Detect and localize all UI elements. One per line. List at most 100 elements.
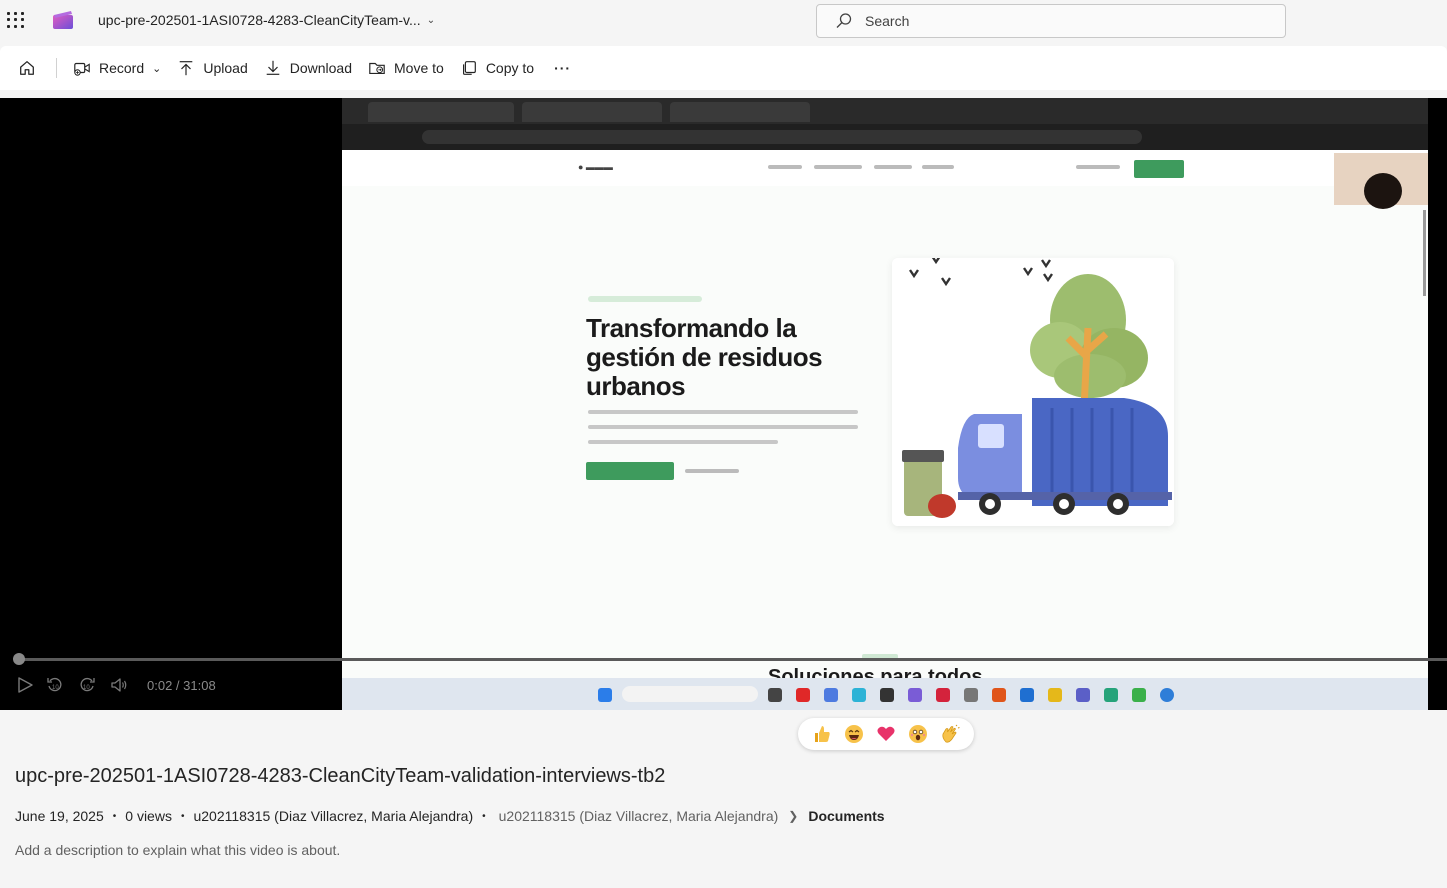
folder-move-icon [369,62,385,74]
title-bar: upc-pre-202501-1ASI0728-4283-CleanCityTe… [0,0,1447,44]
move-to-button[interactable]: Move to [360,46,452,90]
recorded-app-icon [964,688,978,702]
reactions-bar [798,718,974,750]
recorded-tab [522,102,662,122]
recorded-hero-button [586,462,674,480]
record-icon [74,62,90,76]
search-box[interactable]: Search [816,4,1286,38]
record-button[interactable]: Record ⌄ [65,46,169,90]
thumbs-up-reaction-icon[interactable] [811,723,833,745]
recorded-start-icon [598,688,612,702]
forward-10-icon[interactable]: 10 [78,676,96,694]
upload-label: Upload [203,60,248,76]
record-label: Record [99,60,145,76]
description-field[interactable]: Add a description to explain what this v… [15,842,340,858]
separator-dot: • [482,810,486,822]
heart-reaction-icon[interactable] [875,723,897,745]
view-count: 0 views [125,808,172,824]
recorded-brand: ● ▬▬▬ [578,162,613,172]
recorded-address-bar [342,124,1428,150]
recorded-tab [670,102,810,122]
recorded-nav-link [768,165,802,169]
recorded-app-icon [936,688,950,702]
upload-button[interactable]: Upload [169,46,255,90]
upload-date: June 19, 2025 [15,808,104,824]
svg-text:10: 10 [83,685,90,691]
more-options-button[interactable]: ··· [542,46,579,90]
volume-icon[interactable] [110,676,128,694]
time-display: 0:02 / 31:08 [147,678,216,693]
recorded-site-nav: ● ▬▬▬ [342,150,1428,186]
owner-name[interactable]: u202118315 (Diaz Villacrez, Maria Alejan… [193,808,473,824]
search-placeholder: Search [865,13,910,29]
recorded-nav-button [1134,160,1184,178]
copy-icon [462,61,476,75]
upload-icon [180,61,193,76]
recorded-app-icon [852,688,866,702]
document-title-text: upc-pre-202501-1ASI0728-4283-CleanCityTe… [98,12,421,28]
chevron-down-icon: ⌄ [426,14,436,26]
download-label: Download [289,60,352,76]
recorded-app-icon [796,688,810,702]
recorded-url [422,130,1142,144]
recorded-hero-tag [588,296,702,302]
breadcrumb-folder[interactable]: Documents [808,808,884,824]
recorded-tab [368,102,514,122]
recorded-app-icon [908,688,922,702]
download-button[interactable]: Download [256,46,360,90]
chevron-right-icon: ❯ [788,809,799,823]
app-launcher-icon[interactable] [6,11,24,29]
stream-logo-icon [53,11,73,29]
recorded-nav-link [922,165,954,169]
download-icon [266,60,280,75]
chevron-down-icon: ⌄ [152,62,162,75]
recorded-scrollbar [1423,210,1426,296]
copy-to-button[interactable]: Copy to [452,46,542,90]
recorded-nav-link [874,165,912,169]
recorded-app-icon [1132,688,1146,702]
command-bar: Record ⌄ Upload Download Move to Copy to… [0,46,1447,90]
recorded-hero-link [685,469,739,473]
rewind-10-icon[interactable]: 10 [46,676,64,694]
home-button[interactable] [0,46,44,90]
breadcrumb-owner[interactable]: u202118315 (Diaz Villacrez, Maria Alejan… [499,808,779,824]
recorded-app-icon [992,688,1006,702]
toolbar-divider [56,58,57,78]
recorded-hero-title: Transformando la gestión de residuos urb… [586,313,823,401]
recorded-app-icon [824,688,838,702]
recorded-hero-paragraph [588,410,858,455]
recorded-nav-link [814,165,862,169]
play-icon[interactable] [16,676,34,694]
video-title: upc-pre-202501-1ASI0728-4283-CleanCityTe… [15,765,666,787]
video-player[interactable]: ● ▬▬▬ Transformando la gestión de residu… [0,98,1447,710]
webcam-overlay [1334,153,1428,209]
video-frame: ● ▬▬▬ Transformando la gestión de residu… [342,98,1428,710]
recorded-browser-tabs [342,98,1428,124]
home-icon [20,61,34,75]
document-title[interactable]: upc-pre-202501-1ASI0728-4283-CleanCityTe… [98,12,435,28]
copy-to-label: Copy to [485,60,535,76]
clap-reaction-icon[interactable] [939,723,961,745]
recorded-app-icon [1104,688,1118,702]
progress-bar[interactable] [19,658,1447,661]
recorded-app-icon [1048,688,1062,702]
recorded-taskbar-search [622,686,758,702]
svg-text:10: 10 [52,685,59,691]
progress-handle[interactable] [13,653,25,665]
recorded-app-icon [768,688,782,702]
recorded-taskbar [342,678,1428,710]
video-metadata: June 19, 2025 • 0 views • u202118315 (Di… [15,808,885,824]
laugh-reaction-icon[interactable] [843,723,865,745]
recorded-app-icon [1160,688,1174,702]
more-options-icon: ··· [554,60,572,76]
garbage-truck-illustration [892,258,1174,526]
surprised-reaction-icon[interactable] [907,723,929,745]
recorded-nav-link [1076,165,1120,169]
recorded-app-icon [1076,688,1090,702]
separator-dot: • [180,810,185,822]
separator-dot: • [112,810,117,822]
recorded-app-icon [880,688,894,702]
search-icon [836,13,852,28]
recorded-app-icon [1020,688,1034,702]
move-to-label: Move to [394,60,444,76]
